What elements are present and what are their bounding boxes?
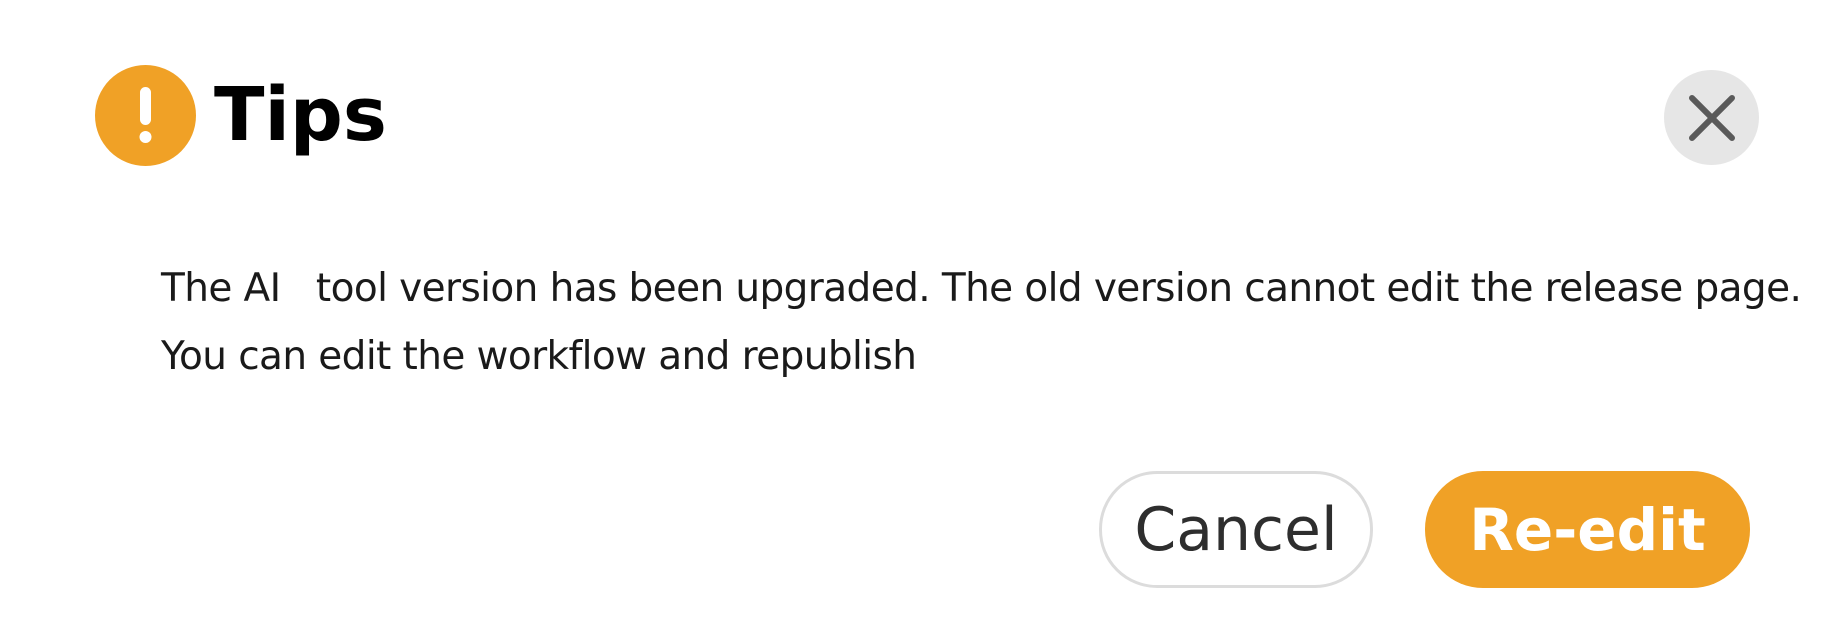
dialog-message: The AI tool version has been upgraded. T… bbox=[161, 255, 1802, 391]
dialog-header: Tips bbox=[95, 64, 387, 166]
warning-circle-icon bbox=[95, 64, 196, 166]
warning-exclamation-icon bbox=[95, 64, 196, 166]
re-edit-button[interactable]: Re-edit bbox=[1425, 471, 1750, 588]
tips-dialog: Tips The AI tool version has been upgrad… bbox=[0, 0, 1847, 644]
message-line-1: The AI tool version has been upgraded. T… bbox=[161, 266, 1802, 311]
dialog-title: Tips bbox=[214, 72, 387, 158]
message-line-2: You can edit the workflow and republish bbox=[161, 334, 917, 379]
close-button[interactable] bbox=[1664, 70, 1759, 165]
cancel-button[interactable]: Cancel bbox=[1099, 471, 1373, 588]
close-icon bbox=[1688, 94, 1735, 141]
